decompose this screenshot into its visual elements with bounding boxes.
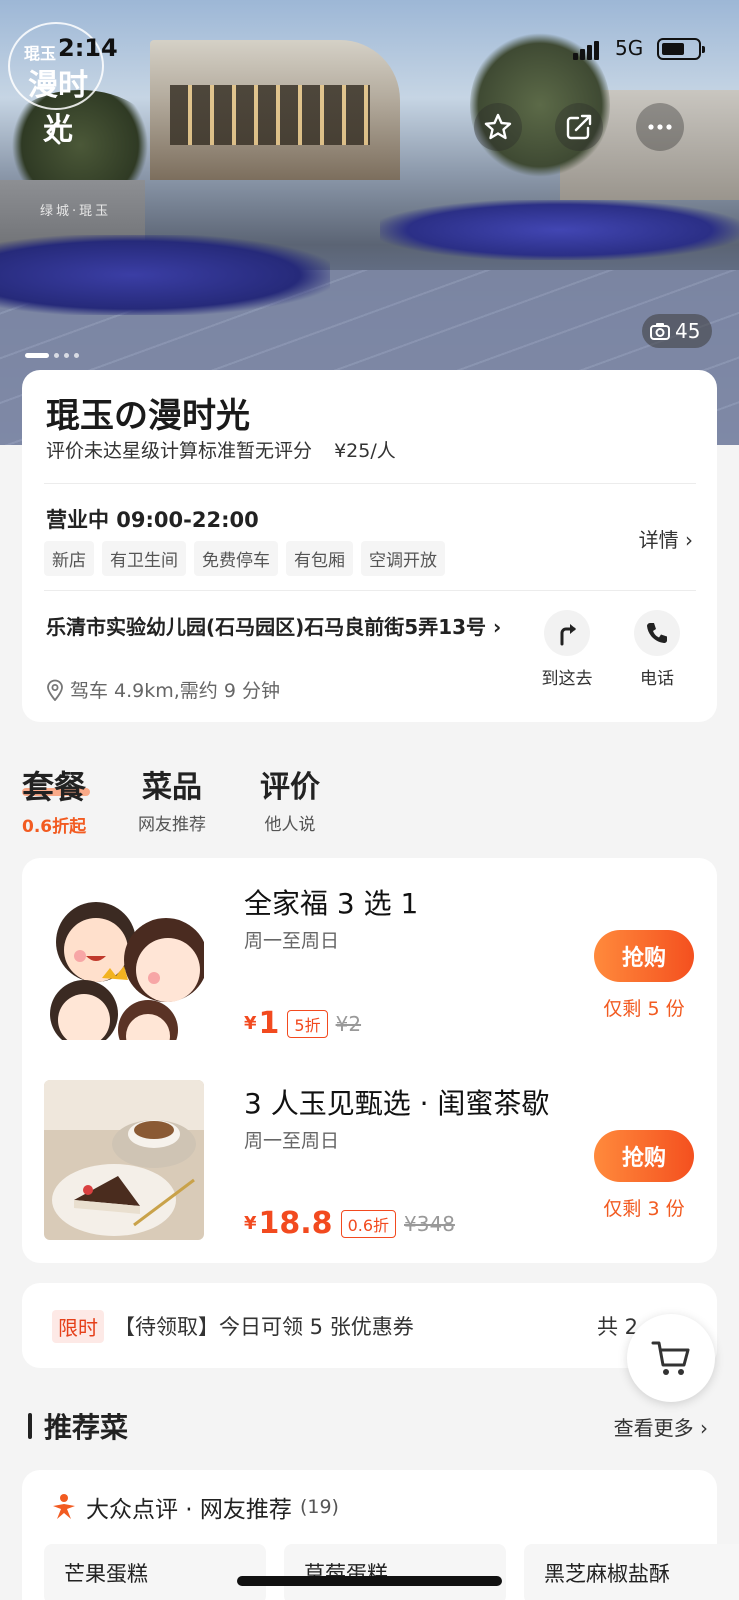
favorite-button[interactable] bbox=[474, 103, 522, 151]
deal-price: 1 bbox=[258, 1006, 280, 1041]
tab-reviews[interactable]: 评价 他人说 bbox=[260, 762, 320, 835]
tab-dishes[interactable]: 菜品 网友推荐 bbox=[138, 762, 206, 835]
original-price: ¥2 bbox=[335, 1011, 362, 1036]
network-type: 5G bbox=[615, 36, 644, 60]
section-title: 推荐菜 bbox=[44, 1411, 129, 1444]
shop-name: 琨玉の漫时光 bbox=[46, 396, 250, 436]
deal-price: 18.8 bbox=[258, 1206, 333, 1241]
deal-thumbnail-family bbox=[44, 880, 204, 1040]
facility-tag: 有卫生间 bbox=[102, 541, 186, 576]
cart-icon bbox=[651, 1341, 690, 1375]
dish-item[interactable]: 黑芝麻椒盐酥 bbox=[524, 1544, 739, 1600]
hero-flowers bbox=[380, 200, 739, 260]
coupon-banner[interactable]: 限时 【待领取】今日可领 5 张优惠券 共 2 bbox=[22, 1283, 717, 1368]
carousel-dots bbox=[25, 343, 84, 358]
limited-time-badge: 限时 bbox=[52, 1310, 104, 1343]
business-hours: 营业中 09:00-22:00 bbox=[46, 508, 259, 532]
back-button[interactable] bbox=[30, 108, 78, 156]
dish-item[interactable]: 芒果蛋糕 bbox=[44, 1544, 266, 1600]
chevron-right-icon: › bbox=[486, 615, 502, 639]
stock-remaining: 仅剩 3 份 bbox=[603, 1198, 685, 1220]
currency-symbol: ¥ bbox=[244, 1013, 257, 1034]
shop-address[interactable]: 乐清市实验幼儿园(石马园区)石马良前街5弄13号 › bbox=[46, 614, 516, 640]
navigate-button[interactable]: 到这去 bbox=[532, 610, 602, 689]
currency-symbol: ¥ bbox=[244, 1213, 257, 1234]
deal-price-row: ¥ 18.8 0.6折 ¥348 bbox=[244, 1206, 455, 1241]
deal-title: 全家福 3 选 1 bbox=[244, 887, 419, 920]
original-price: ¥348 bbox=[404, 1211, 455, 1236]
recommend-source: 大众点评 · 网友推荐 (19) bbox=[50, 1490, 339, 1524]
call-button[interactable]: 电话 bbox=[622, 610, 692, 689]
shop-info-card: 琨玉の漫时光 评价未达星级计算标准暂无评分 ¥25/人 营业中 09:00-22… bbox=[22, 370, 717, 722]
discount-badge: 0.6折 bbox=[340, 1209, 397, 1238]
back-arrow-icon bbox=[46, 119, 61, 145]
view-more-link[interactable]: 查看更多 › bbox=[614, 1412, 708, 1441]
rating-text: 评价未达星级计算标准暂无评分 bbox=[46, 440, 313, 462]
deal-item[interactable]: 全家福 3 选 1 周一至周日 ¥ 1 5折 ¥2 抢购 仅剩 5 份 bbox=[44, 880, 694, 1045]
divider bbox=[44, 590, 696, 591]
discount-badge: 5折 bbox=[287, 1009, 328, 1038]
star-icon bbox=[484, 113, 512, 140]
facility-tags: 新店 有卫生间 免费停车 有包厢 空调开放 bbox=[44, 541, 445, 576]
battery-icon bbox=[657, 38, 705, 60]
more-options-button[interactable] bbox=[636, 103, 684, 151]
hero-building-windows bbox=[170, 85, 370, 145]
deal-days: 周一至周日 bbox=[244, 1130, 340, 1152]
section-tabs: 套餐 0.6折起 菜品 网友推荐 评价 他人说 bbox=[22, 762, 722, 837]
deals-card: 全家福 3 选 1 周一至周日 ¥ 1 5折 ¥2 抢购 仅剩 5 份 3 人玉… bbox=[22, 858, 717, 1263]
recommend-header: 推荐菜 查看更多 › bbox=[28, 1406, 708, 1450]
dianping-logo-icon bbox=[53, 1494, 75, 1519]
chevron-right-icon: › bbox=[685, 528, 693, 552]
buy-button[interactable]: 抢购 bbox=[594, 930, 694, 982]
tab-packages[interactable]: 套餐 0.6折起 bbox=[22, 762, 90, 837]
cart-button[interactable] bbox=[627, 1314, 715, 1402]
coupon-text: 【待领取】今日可领 5 张优惠券 bbox=[114, 1315, 414, 1339]
status-bar: 2:14 5G bbox=[0, 26, 739, 66]
camera-icon bbox=[650, 323, 670, 340]
chevron-right-icon: › bbox=[693, 1416, 708, 1440]
home-indicator[interactable] bbox=[237, 1576, 502, 1586]
dish-item[interactable]: 草莓蛋糕 bbox=[284, 1544, 506, 1600]
rating-line: 评价未达星级计算标准暂无评分 ¥25/人 bbox=[46, 436, 396, 463]
phone-icon bbox=[647, 623, 667, 643]
divider bbox=[44, 483, 696, 484]
route-arrow-icon bbox=[560, 624, 576, 646]
deal-title: 3 人玉见甄选 · 闺蜜茶歇 bbox=[244, 1087, 550, 1120]
hero-wall-sign: 绿城·琨玉 bbox=[40, 204, 112, 219]
more-dots-icon bbox=[648, 124, 672, 130]
buy-button[interactable]: 抢购 bbox=[594, 1130, 694, 1182]
avg-price: ¥25/人 bbox=[334, 440, 396, 462]
deal-item[interactable]: 3 人玉见甄选 · 闺蜜茶歇 周一至周日 ¥ 18.8 0.6折 ¥348 抢购… bbox=[44, 1080, 694, 1245]
facility-tag: 新店 bbox=[44, 541, 94, 576]
location-pin-icon bbox=[47, 679, 63, 701]
deal-thumbnail-tea bbox=[44, 1080, 204, 1240]
facility-tag: 免费停车 bbox=[194, 541, 278, 576]
deal-days: 周一至周日 bbox=[244, 930, 340, 952]
photo-count-badge[interactable]: 45 bbox=[642, 314, 712, 348]
hero-flowers bbox=[0, 235, 330, 315]
stock-remaining: 仅剩 5 份 bbox=[603, 998, 685, 1020]
facility-tag: 有包厢 bbox=[286, 541, 353, 576]
share-button[interactable] bbox=[555, 103, 603, 151]
drive-info: 驾车 4.9km,需约 9 分钟 bbox=[46, 676, 280, 703]
signal-icon bbox=[573, 40, 601, 60]
facility-tag: 空调开放 bbox=[361, 541, 445, 576]
share-icon bbox=[566, 114, 592, 140]
details-link[interactable]: 详情 › bbox=[639, 524, 693, 553]
deal-price-row: ¥ 1 5折 ¥2 bbox=[244, 1006, 361, 1041]
status-time: 2:14 bbox=[58, 34, 118, 62]
